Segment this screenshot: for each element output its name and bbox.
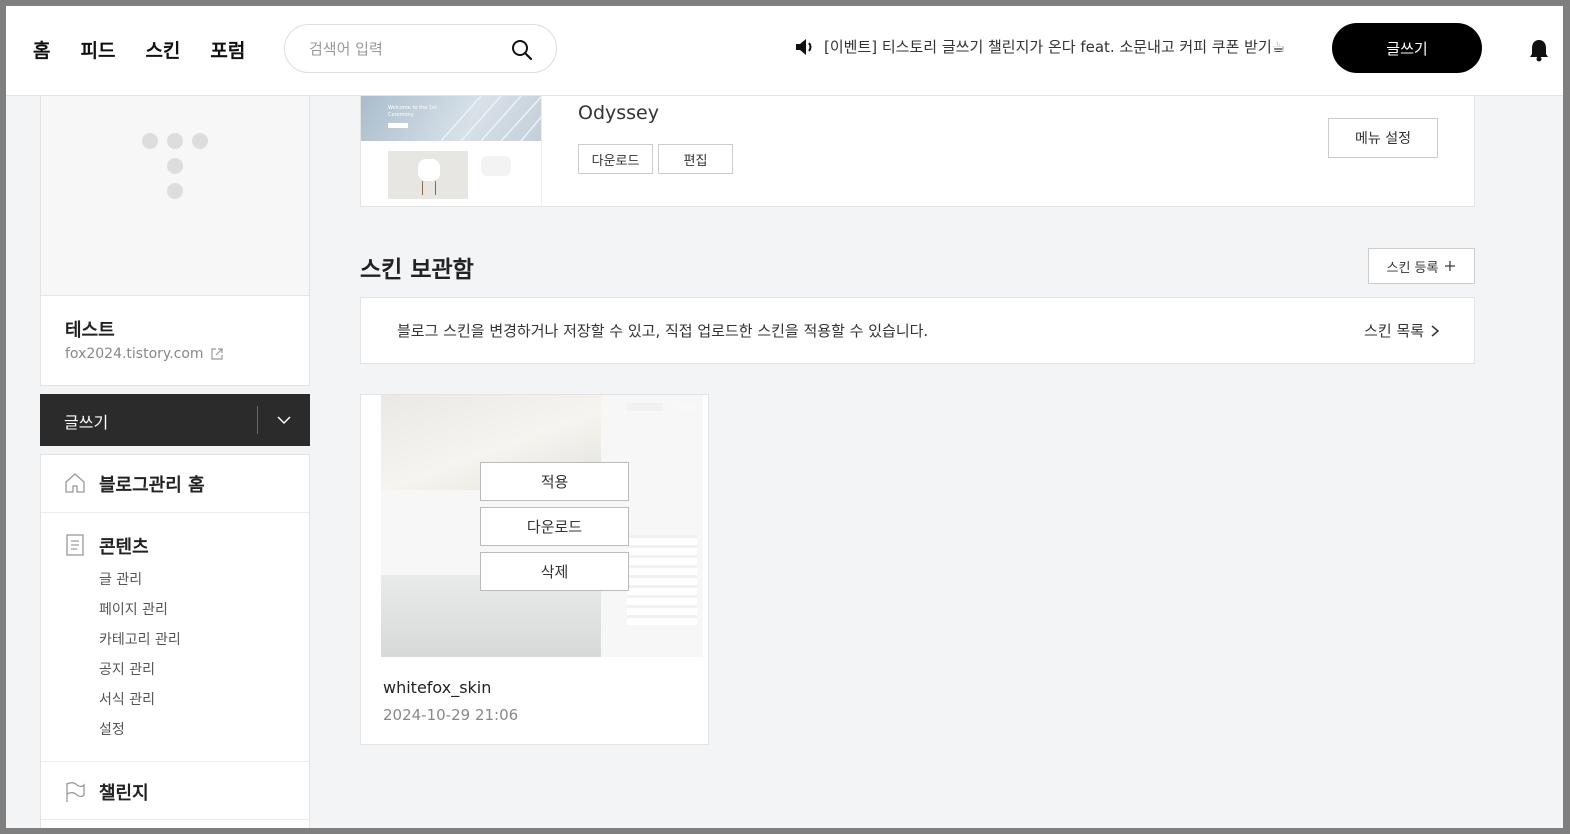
nav-skin[interactable]: 스킨 xyxy=(145,36,180,63)
skin-list-link[interactable]: 스킨 목록 xyxy=(1364,320,1440,341)
thumbnail-card xyxy=(481,156,511,176)
thumbnail-button xyxy=(388,123,408,128)
header-write-button[interactable]: 글쓰기 xyxy=(1332,23,1482,73)
stored-skin-name: whitefox_skin xyxy=(383,678,492,697)
apply-button[interactable]: 적용 xyxy=(480,462,629,501)
event-notice[interactable]: [이벤트] 티스토리 글쓰기 챌린지가 온다 feat. 소문내고 커피 쿠폰 … xyxy=(794,36,1285,57)
sidebar-write-button[interactable]: 글쓰기 xyxy=(40,394,310,446)
divider xyxy=(257,406,258,434)
chevron-right-icon xyxy=(1431,324,1440,337)
sidebar-item-content[interactable]: 콘텐츠 xyxy=(99,533,149,559)
blog-url-link[interactable]: fox2024.tistory.com xyxy=(65,346,224,362)
sidebar-item-pages[interactable]: 페이지 관리 xyxy=(99,599,168,619)
nav-forum[interactable]: 포럼 xyxy=(210,36,245,63)
blog-name: 테스트 xyxy=(65,320,115,341)
document-icon xyxy=(66,534,84,556)
external-link-icon xyxy=(210,348,223,360)
skin-list-label: 스킨 목록 xyxy=(1364,322,1424,340)
storage-info-text: 블로그 스킨을 변경하거나 저장할 수 있고, 직접 업로드한 스킨을 적용할 … xyxy=(397,322,929,340)
sidebar-item-notices[interactable]: 공지 관리 xyxy=(99,659,155,679)
sidebar-item-label: 챌린지 xyxy=(99,783,149,804)
thumbnail-title: Welcome to the 1st Ceremony xyxy=(388,105,437,118)
current-skin-card: Welcome to the 1st Ceremony Odyssey 다운로드… xyxy=(360,96,1475,207)
sidebar-item-home[interactable]: 블로그관리 홈 xyxy=(41,455,309,513)
blog-logo xyxy=(41,96,309,296)
sidebar-item-categories[interactable]: 카테고리 관리 xyxy=(99,629,181,649)
sidebar-item-settings[interactable]: 설정 xyxy=(99,719,125,739)
menu-setting-button[interactable]: 메뉴 설정 xyxy=(1328,118,1438,158)
logo-dot xyxy=(142,133,158,149)
logo-dot xyxy=(167,183,183,199)
main-nav: 홈 피드 스킨 포럼 xyxy=(33,36,245,63)
sidebar-write-label: 글쓰기 xyxy=(64,413,109,432)
nav-home[interactable]: 홈 xyxy=(33,36,50,63)
current-skin-name: Odyssey xyxy=(578,102,659,124)
top-header: 홈 피드 스킨 포럼 [이벤트] 티스토리 글쓰기 챌린지가 온다 feat. … xyxy=(6,6,1563,96)
speaker-icon xyxy=(796,38,812,55)
chevron-down-icon[interactable] xyxy=(276,412,292,428)
skin-edit-button[interactable]: 편집 xyxy=(658,144,733,174)
sidebar-section-content: 콘텐츠 글 관리 페이지 관리 카테고리 관리 공지 관리 서식 관리 설정 xyxy=(41,513,309,762)
event-notice-text: [이벤트] 티스토리 글쓰기 챌린지가 온다 feat. 소문내고 커피 쿠폰 … xyxy=(824,38,1286,56)
page-title: 스킨 보관함 xyxy=(360,257,474,283)
skin-download-button[interactable]: 다운로드 xyxy=(578,144,653,174)
home-icon xyxy=(65,473,85,493)
logo-dot xyxy=(167,158,183,174)
skin-register-label: 스킨 등록 xyxy=(1386,260,1439,276)
download-button[interactable]: 다운로드 xyxy=(480,507,629,546)
stored-skin-thumbnail: 적용 다운로드 삭제 xyxy=(381,395,703,657)
page-frame: 홈 피드 스킨 포럼 [이벤트] 티스토리 글쓰기 챌린지가 온다 feat. … xyxy=(6,6,1563,828)
skin-register-button[interactable]: 스킨 등록 xyxy=(1368,248,1475,284)
blog-profile-card: 테스트 fox2024.tistory.com xyxy=(40,96,310,386)
sidebar-item-templates[interactable]: 서식 관리 xyxy=(99,689,155,709)
storage-info-box: 블로그 스킨을 변경하거나 저장할 수 있고, 직접 업로드한 스킨을 적용할 … xyxy=(360,297,1475,364)
skin-thumbnail: Welcome to the 1st Ceremony xyxy=(361,96,542,206)
sidebar-menu: 블로그관리 홈 콘텐츠 글 관리 페이지 관리 카테고리 관리 공지 관리 서식… xyxy=(40,454,310,828)
sidebar-item-challenge[interactable]: 챌린지 xyxy=(41,762,309,820)
logo-dot xyxy=(167,133,183,149)
stored-skin-date: 2024-10-29 21:06 xyxy=(383,706,519,724)
flag-icon xyxy=(66,782,85,802)
search-icon[interactable] xyxy=(510,38,534,62)
logo-dot xyxy=(192,133,208,149)
blog-url-text: fox2024.tistory.com xyxy=(65,346,204,362)
stored-skin-card[interactable]: 적용 다운로드 삭제 whitefox_skin 2024-10-29 21:0… xyxy=(360,394,709,745)
search-box xyxy=(284,24,557,73)
search-input[interactable] xyxy=(309,37,499,61)
delete-button[interactable]: 삭제 xyxy=(480,552,629,591)
sidebar-item-label: 블로그관리 홈 xyxy=(99,475,205,496)
nav-feed[interactable]: 피드 xyxy=(80,36,115,63)
plus-icon xyxy=(1445,261,1456,271)
sidebar-item-posts[interactable]: 글 관리 xyxy=(99,569,142,589)
bell-icon[interactable] xyxy=(1528,38,1550,62)
thumbnail-chair-image xyxy=(388,151,468,199)
